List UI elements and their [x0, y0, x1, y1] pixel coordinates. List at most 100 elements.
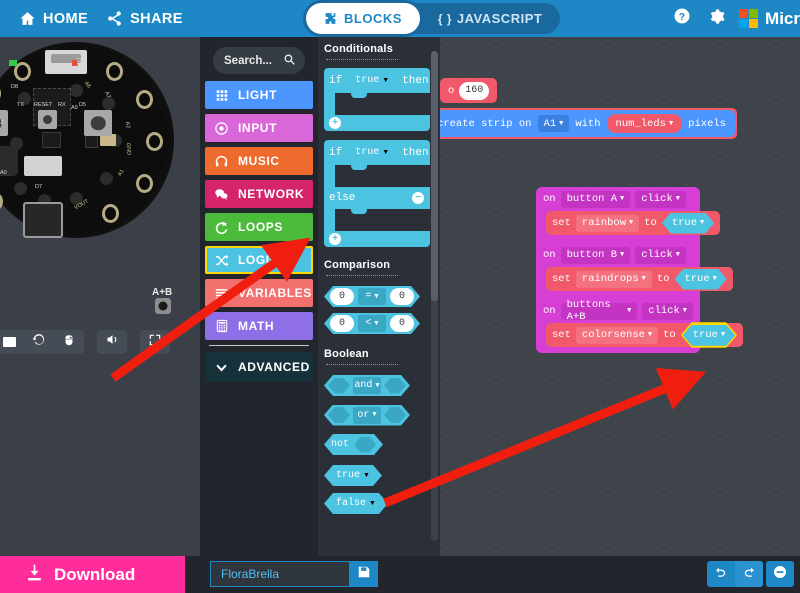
tab-blocks[interactable]: BLOCKS: [306, 3, 420, 34]
block-set-rainbow[interactable]: set rainbow ▼ to true ▼: [546, 211, 721, 235]
search-input[interactable]: Search...: [213, 47, 305, 74]
block-set-num-leds-partial[interactable]: o 160: [440, 78, 498, 103]
reset-button[interactable]: [38, 110, 57, 129]
circuit-playground-board[interactable]: GND D8 D13 A6 A7 A9 A8 A2 D4 TX RESET RX…: [0, 42, 174, 238]
or-operator[interactable]: or ▼: [353, 407, 381, 424]
boolean-true-block[interactable]: true ▼: [674, 269, 726, 290]
slide-switch[interactable]: [24, 156, 62, 176]
fullscreen-button[interactable]: [140, 330, 170, 354]
zoom-out-button[interactable]: [766, 561, 794, 587]
set-variable-dropdown[interactable]: colorsense ▼: [575, 326, 659, 344]
block-set-raindrops[interactable]: set raindrops ▼ to true ▼: [546, 267, 733, 291]
category-advanced[interactable]: ADVANCED: [205, 352, 313, 382]
if-condition-slot[interactable]: true ▼: [346, 70, 398, 91]
category-network[interactable]: NETWORK: [205, 180, 313, 208]
category-light[interactable]: LIGHT: [205, 81, 313, 109]
flyout-scrollbar[interactable]: [431, 51, 438, 541]
event-source-dropdown[interactable]: button B ▼: [560, 246, 631, 264]
download-button[interactable]: Download: [0, 556, 185, 593]
block-not[interactable]: not: [324, 434, 383, 455]
partial-number-value[interactable]: 160: [459, 81, 490, 100]
category-variables[interactable]: VARIABLES: [205, 279, 313, 307]
event-action-dropdown[interactable]: click ▼: [635, 246, 686, 264]
save-button[interactable]: [350, 561, 378, 587]
event-source-dropdown[interactable]: button A ▼: [560, 190, 631, 208]
pad-a0[interactable]: [102, 204, 119, 223]
collapse-minus-icon[interactable]: −: [412, 192, 424, 204]
if-label: if: [329, 74, 343, 87]
settings-button[interactable]: [699, 0, 733, 37]
strip-pin-dropdown[interactable]: A1 ▼: [537, 115, 570, 132]
boolean-true-block-selected[interactable]: true ▼: [683, 325, 735, 346]
restart-button[interactable]: [24, 330, 54, 354]
ab-button[interactable]: [155, 298, 171, 314]
block-compare-equal[interactable]: 0 = ▼ 0: [324, 286, 420, 307]
category-input[interactable]: INPUT: [205, 114, 313, 142]
and-operator[interactable]: and ▼: [353, 377, 381, 394]
block-and[interactable]: and ▼: [324, 375, 410, 396]
debug-button[interactable]: [54, 330, 84, 354]
block-on-buttons-ab-click[interactable]: on buttons A+B ▼ click ▼ set colorsense: [536, 299, 744, 347]
expand-plus-icon[interactable]: +: [329, 117, 341, 129]
category-music[interactable]: MUSIC: [205, 147, 313, 175]
compare-operator[interactable]: = ▼: [358, 288, 386, 305]
pad-gnd-left[interactable]: [0, 84, 1, 103]
event-blocks-stack[interactable]: on button A ▼ click ▼ set rainbow ▼ to t…: [536, 187, 744, 353]
compare-operator[interactable]: < ▼: [358, 315, 386, 332]
redo-button[interactable]: [735, 561, 763, 587]
boolean-true-block[interactable]: true ▼: [662, 213, 714, 234]
compare-left-value[interactable]: 0: [330, 315, 354, 332]
block-set-colorsense[interactable]: set colorsense ▼ to true ▼: [546, 323, 744, 347]
ifelse-condition-slot[interactable]: true ▼: [346, 142, 398, 163]
search-placeholder: Search...: [224, 54, 272, 67]
block-if-else[interactable]: if true ▼ then else − +: [324, 140, 430, 247]
project-name-input[interactable]: FloraBrella: [210, 561, 350, 587]
compare-right-value[interactable]: 0: [390, 288, 414, 305]
set-variable-dropdown[interactable]: rainbow ▼: [575, 214, 640, 232]
category-label: LIGHT: [238, 88, 277, 102]
tab-javascript[interactable]: { } JAVASCRIPT: [420, 3, 560, 34]
event-action-dropdown[interactable]: click ▼: [642, 302, 693, 320]
chevron-down-icon: ▼: [620, 195, 625, 203]
and-left-slot[interactable]: [328, 378, 350, 394]
block-compare-less[interactable]: 0 < ▼ 0: [324, 313, 420, 334]
compare-right-value[interactable]: 0: [390, 315, 414, 332]
strip-variable-dropdown[interactable]: num_leds ▼: [606, 114, 683, 133]
flyout-scrollbar-thumb[interactable]: [431, 51, 438, 301]
category-loops[interactable]: LOOPS: [205, 213, 313, 241]
block-if-then[interactable]: if true ▼ then +: [324, 68, 430, 131]
block-false[interactable]: false ▼: [324, 493, 388, 514]
expand-plus-icon[interactable]: +: [329, 233, 341, 245]
pad-a7[interactable]: [136, 90, 153, 109]
help-button[interactable]: ?: [665, 0, 699, 37]
mute-button[interactable]: [97, 330, 127, 354]
microsoft-brand[interactable]: Micr: [739, 9, 800, 29]
button-b[interactable]: [84, 110, 112, 136]
stop-button[interactable]: [0, 330, 24, 354]
set-variable-dropdown[interactable]: raindrops ▼: [575, 270, 652, 288]
event-source-dropdown[interactable]: buttons A+B ▼: [560, 299, 638, 323]
blocks-workspace[interactable]: o 160 create strip on A1 ▼ with num_leds…: [440, 37, 800, 556]
pad-gnd-right[interactable]: [146, 132, 163, 151]
category-logic[interactable]: LOGIC: [205, 246, 313, 274]
compare-left-value[interactable]: 0: [330, 288, 354, 305]
pad-a1[interactable]: [136, 174, 153, 193]
share-button[interactable]: SHARE: [97, 0, 192, 37]
and-right-slot[interactable]: [384, 378, 406, 394]
block-true[interactable]: true ▼: [324, 465, 382, 486]
block-or[interactable]: or ▼: [324, 405, 410, 426]
block-on-button-b-click[interactable]: on button B ▼ click ▼ set raindrops ▼ to…: [536, 243, 733, 291]
block-on-button-a-click[interactable]: on button A ▼ click ▼ set rainbow ▼ to t…: [536, 187, 721, 235]
pad-a6[interactable]: [106, 62, 123, 81]
undo-button[interactable]: [707, 561, 735, 587]
or-left-slot[interactable]: [328, 407, 350, 423]
chevron-down-icon: ▼: [700, 219, 705, 227]
or-right-slot[interactable]: [384, 407, 406, 423]
tab-blocks-label: BLOCKS: [344, 11, 402, 26]
not-slot[interactable]: [354, 437, 376, 453]
home-button[interactable]: HOME: [10, 0, 97, 37]
create-strip-prefix: create strip on: [440, 117, 532, 130]
event-action-dropdown[interactable]: click ▼: [635, 190, 686, 208]
category-math[interactable]: MATH: [205, 312, 313, 340]
block-create-strip[interactable]: create strip on A1 ▼ with num_leds ▼ pix…: [440, 108, 737, 139]
